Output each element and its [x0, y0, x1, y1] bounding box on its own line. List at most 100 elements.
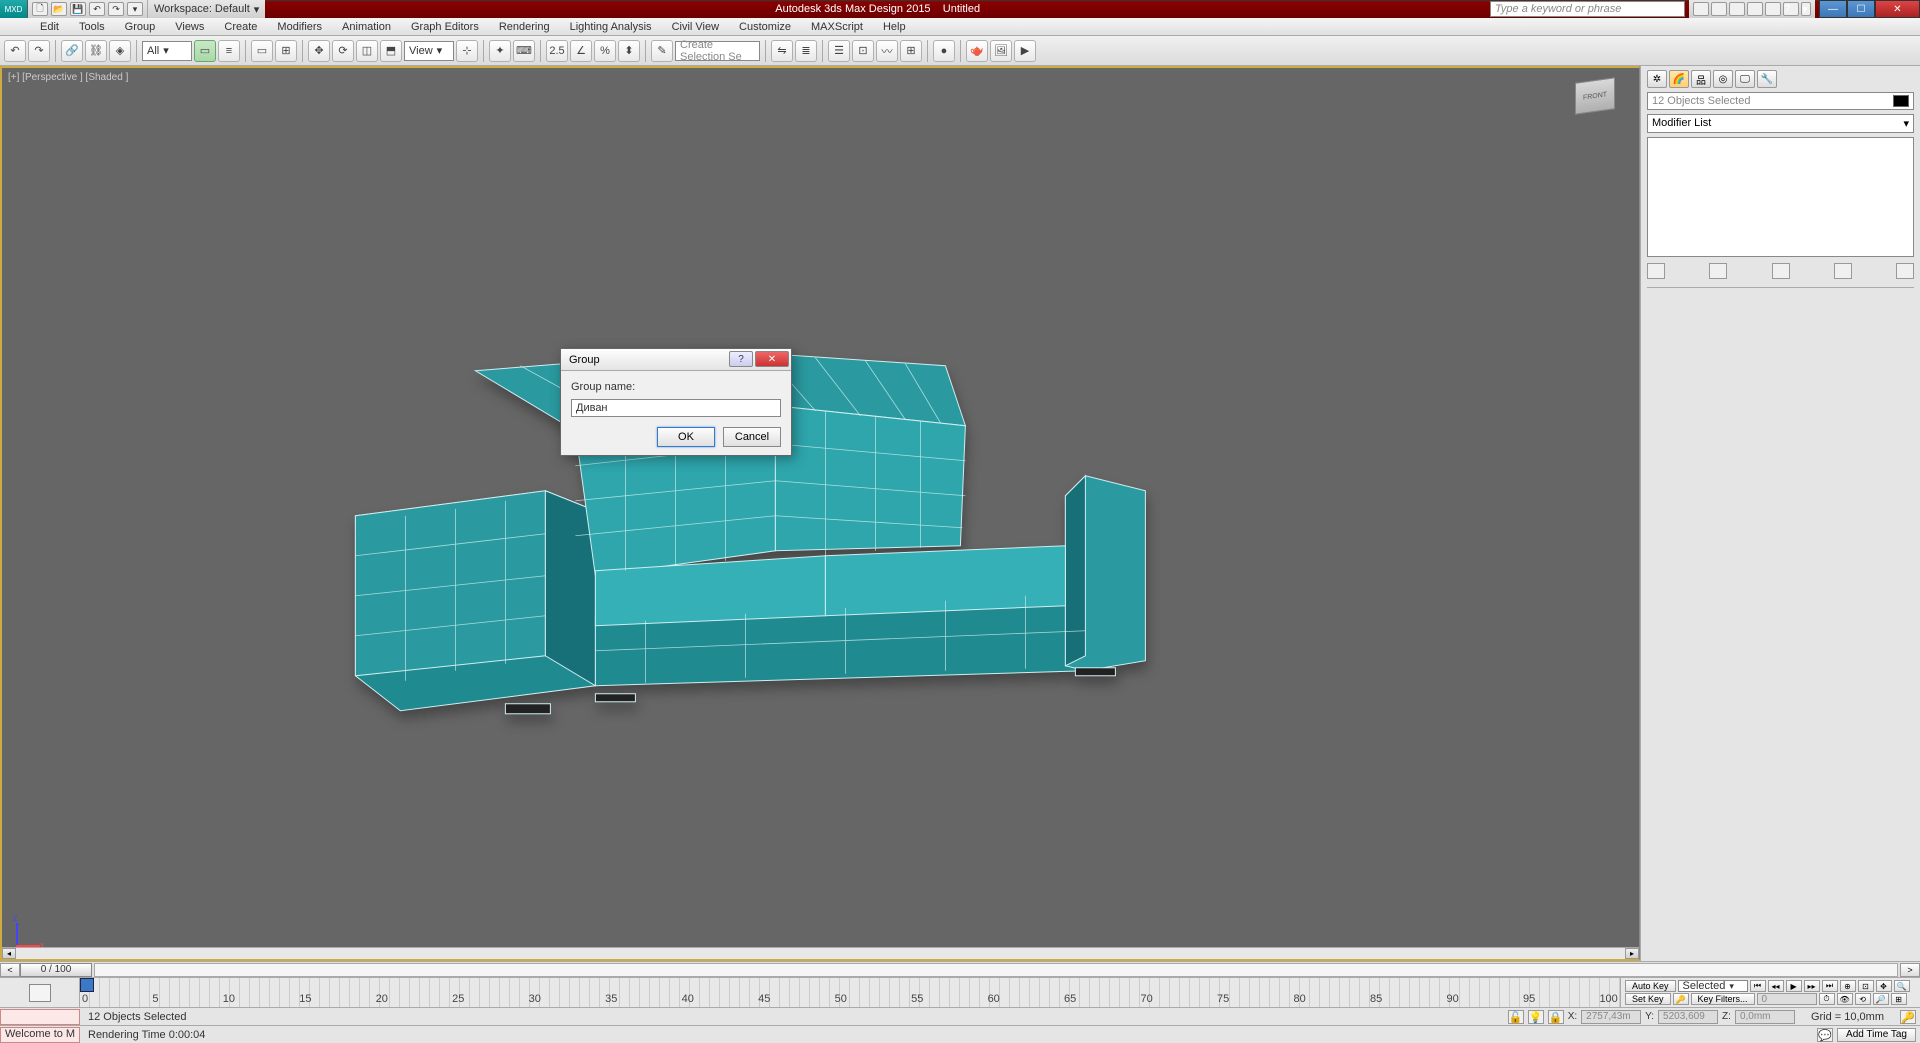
mirror-icon[interactable]: ⇋ — [771, 40, 793, 62]
redo-tb-icon[interactable]: ↷ — [28, 40, 50, 62]
menu-modifiers[interactable]: Modifiers — [267, 18, 332, 36]
configure-sets-icon[interactable] — [1896, 263, 1914, 279]
select-name-icon[interactable]: ≡ — [218, 40, 240, 62]
nav-5-icon[interactable]: 👁 — [1837, 993, 1853, 1005]
workspace-selector[interactable]: Workspace: Default ▾ — [147, 0, 265, 18]
spinner-snap-icon[interactable]: ⬍ — [618, 40, 640, 62]
menu-lighting[interactable]: Lighting Analysis — [560, 18, 662, 36]
favorites-icon[interactable] — [1747, 2, 1763, 16]
play-icon[interactable]: ▶ — [1786, 980, 1802, 992]
menu-grapheditors[interactable]: Graph Editors — [401, 18, 489, 36]
ok-button[interactable]: OK — [657, 427, 715, 447]
qat-drop-icon[interactable]: ▾ — [127, 2, 143, 16]
current-frame-marker[interactable] — [80, 978, 94, 992]
material-icon[interactable]: ● — [933, 40, 955, 62]
key-icon[interactable]: 🔑 — [1673, 993, 1689, 1005]
binoculars-icon[interactable] — [1693, 2, 1709, 16]
object-name-field[interactable]: 12 Objects Selected — [1647, 92, 1914, 110]
viewport-hscroll[interactable]: ◂ ▸ — [2, 947, 1639, 959]
viewcube[interactable]: FRONT — [1563, 80, 1627, 130]
snap-2d-icon[interactable]: 2.5 — [546, 40, 568, 62]
dialog-help-button[interactable]: ? — [729, 351, 753, 367]
modifier-stack[interactable] — [1647, 137, 1914, 257]
maximize-button[interactable]: ☐ — [1847, 0, 1875, 18]
link-icon[interactable]: 🔗 — [61, 40, 83, 62]
select-object-icon[interactable]: ▭ — [194, 40, 216, 62]
named-selset[interactable]: Create Selection Se — [675, 41, 760, 61]
menu-civilview[interactable]: Civil View — [662, 18, 729, 36]
minimize-button[interactable]: — — [1819, 0, 1847, 18]
y-coord[interactable]: 5203,609 — [1658, 1010, 1718, 1024]
rect-region-icon[interactable]: ▭ — [251, 40, 273, 62]
selection-filter[interactable]: All▾ — [142, 41, 192, 61]
scroll-left-icon[interactable]: ◂ — [2, 948, 16, 959]
undo-tb-icon[interactable]: ↶ — [4, 40, 26, 62]
key-toggle-icon[interactable]: 🔑 — [1900, 1010, 1916, 1024]
prev-frame-icon[interactable]: ◂◂ — [1768, 980, 1784, 992]
menu-create[interactable]: Create — [214, 18, 267, 36]
menu-animation[interactable]: Animation — [332, 18, 401, 36]
autokey-button[interactable]: Auto Key — [1625, 980, 1676, 992]
hierarchy-tab-icon[interactable]: 品 — [1691, 70, 1711, 88]
redo-icon[interactable]: ↷ — [108, 2, 124, 16]
dialog-close-button[interactable]: ✕ — [755, 351, 789, 367]
help-icon[interactable]: ? — [1783, 2, 1799, 16]
render-setup-icon[interactable]: 🫖 — [966, 40, 988, 62]
pivot-icon[interactable]: ⊹ — [456, 40, 478, 62]
render-prod-icon[interactable]: ▶ — [1014, 40, 1036, 62]
align-icon[interactable]: ≣ — [795, 40, 817, 62]
time-track[interactable] — [94, 963, 1898, 977]
percent-snap-icon[interactable]: % — [594, 40, 616, 62]
nav-4-icon[interactable]: 🔍 — [1894, 980, 1910, 992]
layers-icon[interactable]: ☰ — [828, 40, 850, 62]
edit-selset-icon[interactable]: ✎ — [651, 40, 673, 62]
render-frame-icon[interactable]: 🖼 — [990, 40, 1012, 62]
nav-3-icon[interactable]: ✥ — [1876, 980, 1892, 992]
isolate-icon[interactable]: 💡 — [1528, 1010, 1544, 1024]
window-crossing-icon[interactable]: ⊞ — [275, 40, 297, 62]
show-end-icon[interactable] — [1709, 263, 1727, 279]
motion-tab-icon[interactable]: ◎ — [1713, 70, 1733, 88]
curve-editor-icon[interactable]: 〰 — [876, 40, 898, 62]
app-logo-icon[interactable]: MXD — [0, 0, 28, 18]
menu-edit[interactable]: Edit — [30, 18, 69, 36]
open-icon[interactable]: 📂 — [51, 2, 67, 16]
mini-curve-editor-icon[interactable] — [0, 978, 80, 1007]
lock-icon[interactable]: 🔓 — [1508, 1010, 1524, 1024]
angle-snap-icon[interactable]: ∠ — [570, 40, 592, 62]
search-input[interactable]: Type a keyword or phrase — [1490, 1, 1685, 17]
nav-8-icon[interactable]: ⊞ — [1891, 993, 1907, 1005]
placement-icon[interactable]: ⬒ — [380, 40, 402, 62]
next-frame-icon[interactable]: ▸▸ — [1804, 980, 1820, 992]
object-color-swatch[interactable] — [1893, 95, 1909, 107]
keymode-selector[interactable]: Selected▾ — [1678, 980, 1748, 992]
menu-help[interactable]: Help — [873, 18, 916, 36]
unique-icon[interactable] — [1772, 263, 1790, 279]
selection-lock-icon[interactable]: 🔒 — [1548, 1010, 1564, 1024]
frame-input[interactable]: 0 — [1757, 993, 1817, 1005]
setkey-button[interactable]: Set Key — [1625, 993, 1671, 1005]
close-button[interactable]: ✕ — [1875, 0, 1920, 18]
communication-icon[interactable] — [1729, 2, 1745, 16]
comm-center-icon[interactable]: 💬 — [1817, 1028, 1833, 1042]
maxscript-listener[interactable] — [0, 1009, 80, 1025]
viewport[interactable]: [+] [Perspective ] [Shaded ] FRONT — [0, 66, 1640, 961]
viewcube-face[interactable]: FRONT — [1575, 77, 1615, 115]
prev-key-icon[interactable]: < — [0, 963, 20, 977]
menu-rendering[interactable]: Rendering — [489, 18, 560, 36]
menu-tools[interactable]: Tools — [69, 18, 115, 36]
menu-customize[interactable]: Customize — [729, 18, 801, 36]
remove-mod-icon[interactable] — [1834, 263, 1852, 279]
schematic-icon[interactable]: ⊞ — [900, 40, 922, 62]
display-tab-icon[interactable]: 🖵 — [1735, 70, 1755, 88]
trackbar-ruler[interactable]: 0510152025303540455055606570758085909510… — [80, 978, 1620, 1007]
move-icon[interactable]: ✥ — [308, 40, 330, 62]
utilities-tab-icon[interactable]: 🔧 — [1757, 70, 1777, 88]
key-icon[interactable] — [1711, 2, 1727, 16]
keyfilters-button[interactable]: Key Filters... — [1691, 993, 1755, 1005]
layer-explorer-icon[interactable]: ⊡ — [852, 40, 874, 62]
frame-handle[interactable]: 0 / 100 — [20, 963, 92, 977]
z-coord[interactable]: 0,0mm — [1735, 1010, 1795, 1024]
manipulate-icon[interactable]: ✦ — [489, 40, 511, 62]
help-drop-icon[interactable]: ▾ — [1801, 2, 1811, 16]
